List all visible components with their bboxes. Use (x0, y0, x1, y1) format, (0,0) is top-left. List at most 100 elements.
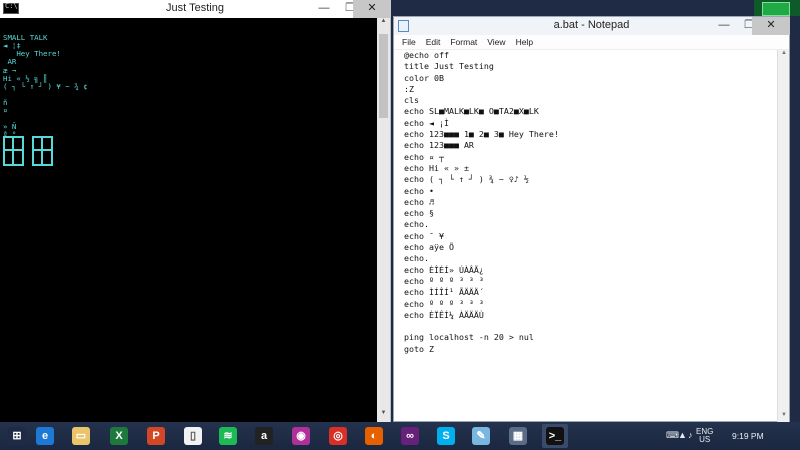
box-drawing-right (32, 136, 53, 166)
editor-line: echo ¤ ┬ (404, 151, 444, 162)
console-line: æ ¬ (3, 65, 17, 75)
box-drawing-left (3, 136, 24, 166)
taskbar-button-firefox[interactable]: ◐ (361, 424, 387, 448)
taskbar-button-notepad[interactable]: ✎ (468, 424, 494, 448)
editor-line: echo ¯ ¥ (404, 230, 444, 241)
system-tray: ⌨ ▲ ♪ ENG US 9:19 PM (666, 422, 800, 450)
skype-icon: S (437, 427, 455, 445)
console-line: SMALL TALK (3, 33, 48, 43)
editor-line: color 0B (404, 72, 444, 83)
photo-icon: ◉ (292, 427, 310, 445)
notepad-menubar: File Edit Format View Help (394, 35, 789, 50)
console-minimize-button[interactable]: — (312, 0, 336, 18)
console-titlebar[interactable]: Just Testing — ❐ ✕ (0, 0, 391, 18)
taskbar-button-calculator[interactable]: ▦ (505, 424, 531, 448)
file-explorer-icon: ▭ (72, 427, 90, 445)
taskbar-button-windows-start[interactable]: ⊞ (4, 424, 30, 448)
notepad-close-button[interactable]: ✕ (752, 17, 790, 35)
scroll-down-arrow-icon[interactable]: ▼ (377, 410, 390, 422)
calculator-icon: ▦ (509, 427, 527, 445)
editor-line: :Z (404, 83, 414, 94)
firefox-icon: ◐ (365, 427, 383, 445)
console-scrollbar[interactable]: ▲ ▼ (377, 18, 390, 422)
background-window[interactable] (754, 0, 800, 16)
language-indicator[interactable]: ENG US (696, 428, 713, 444)
spotify-icon: ≋ (219, 427, 237, 445)
menu-file[interactable]: File (402, 37, 416, 47)
clock[interactable]: 9:19 PM (732, 431, 764, 441)
taskbar-button-command-prompt[interactable]: >_ (542, 424, 568, 448)
console-close-button[interactable]: ✕ (353, 0, 391, 18)
notepad-titlebar[interactable]: a.bat - Notepad — ❐ ✕ (394, 17, 790, 35)
editor-line: @echo off (404, 50, 449, 60)
taskbar-button-amazon[interactable]: a (251, 424, 277, 448)
taskbar-button-internet-explorer[interactable]: e (32, 424, 58, 448)
windows-start-icon: ⊞ (8, 427, 26, 445)
console-window[interactable]: Just Testing — ❐ ✕ SMALL TALK◄ ¦‡ Hey Th… (0, 0, 391, 422)
console-line: ( ┐ └ ↑ ┘ ) ¥ ~ ¾ ¢ (3, 81, 88, 91)
editor-line: echo. (404, 219, 429, 230)
notepad-window[interactable]: a.bat - Notepad — ❐ ✕ File Edit Format V… (393, 16, 790, 423)
scroll-up-arrow-icon[interactable]: ▲ (778, 50, 790, 61)
powerpoint-icon: P (147, 427, 165, 445)
taskbar-button-skype[interactable]: S (433, 424, 459, 448)
taskbar-button-excel[interactable]: X (106, 424, 132, 448)
console-line: AR (3, 57, 17, 67)
chrome-icon: ◎ (329, 427, 347, 445)
command-prompt-icon: >_ (546, 427, 564, 445)
editor-line: echo ◄ ¡Ì (404, 117, 449, 128)
notepad-minimize-button[interactable]: — (712, 17, 736, 35)
editor-line: echo º º º ³ ³ ³ (404, 298, 484, 309)
taskbar-button-spotify[interactable]: ≋ (215, 424, 241, 448)
scroll-up-arrow-icon[interactable]: ▲ (377, 18, 390, 30)
editor-line: echo ÈÎÉÍ» ÚÀÂÃ¿ (404, 264, 484, 275)
editor-line: echo 123■■■ 1■ 2■ 3■ Hey There! (404, 129, 559, 140)
taskbar-button-chrome[interactable]: ◎ (325, 424, 351, 448)
editor-line: echo ( ┐ └ ↑ ┘ ) ¾ ~ ♀♪ ½ (404, 174, 529, 185)
editor-line: echo Hi « » ± (404, 162, 469, 173)
console-line: ª ° (3, 130, 17, 140)
menu-format[interactable]: Format (450, 37, 477, 47)
editor-line: echo SL■MALK■LK■ O■TA2■X■LK (404, 106, 539, 117)
editor-line: echo § (404, 208, 434, 219)
console-scroll-thumb[interactable] (379, 34, 388, 118)
network-icon[interactable]: ▲ (678, 430, 688, 440)
console-line: » Ñ (3, 122, 17, 132)
editor-line: echo • (404, 185, 434, 196)
console-line: ¤ (3, 106, 8, 116)
editor-line: ping localhost -n 20 > nul (404, 332, 534, 343)
editor-line: cls (404, 95, 419, 106)
console-line: Hey There! (3, 49, 61, 59)
notepad-text-area[interactable]: @echo off title Just Testing color 0B:Z cls… (394, 50, 778, 423)
menu-help[interactable]: Help (516, 37, 533, 47)
menu-view[interactable]: View (487, 37, 505, 47)
amazon-icon: a (255, 427, 273, 445)
region-code: US (699, 435, 711, 444)
editor-line: title Just Testing (404, 61, 494, 72)
editor-line: echo aÿe Õ (404, 242, 454, 253)
excel-icon: X (110, 427, 128, 445)
console-line: ñ (3, 97, 8, 107)
editor-line: echo ♬ (404, 196, 434, 207)
visual-studio-icon: ∞ (401, 427, 419, 445)
editor-line: goto Z (404, 343, 434, 354)
editor-line: echo º º º ³ ³ ³ (404, 275, 484, 286)
taskbar-button-document[interactable]: ▯ (180, 424, 206, 448)
taskbar: ⊞ e ▭ X P ▯ ≋ a ◉ ◎ ◐ ∞ S ✎ ▦ >_ ⌨ ▲ ♪ ENG US 9:19 PM (0, 422, 800, 450)
notepad-scrollbar[interactable]: ▲ ▼ (777, 50, 789, 423)
taskbar-button-file-explorer[interactable]: ▭ (68, 424, 94, 448)
taskbar-button-powerpoint[interactable]: P (143, 424, 169, 448)
keyboard-icon[interactable]: ⌨ (666, 430, 679, 440)
notepad-icon: ✎ (472, 427, 490, 445)
taskbar-button-visual-studio[interactable]: ∞ (397, 424, 423, 448)
console-box-drawing (3, 136, 53, 168)
menu-edit[interactable]: Edit (426, 37, 441, 47)
taskbar-button-photo[interactable]: ◉ (288, 424, 314, 448)
excel-icon (762, 2, 790, 16)
internet-explorer-icon: e (36, 427, 54, 445)
document-icon: ▯ (184, 427, 202, 445)
console-output[interactable]: SMALL TALK ◄ ¦‡ Hey There! AR æ ¬ Hi « ½ ╗ … (0, 18, 378, 422)
